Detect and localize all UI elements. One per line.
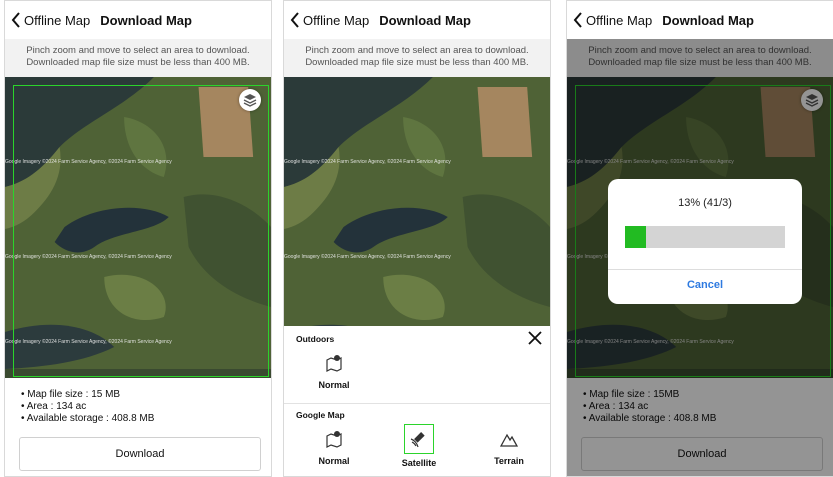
- map-type-screen: Offline Map Download Map Pinch zoom and …: [283, 0, 551, 477]
- map-pin-icon: [323, 352, 345, 374]
- instruction-line: Downloaded map file size must be less th…: [26, 57, 250, 68]
- chevron-left-icon: [290, 12, 299, 28]
- close-icon: [528, 331, 542, 345]
- divider: [284, 403, 550, 404]
- cancel-button[interactable]: Cancel: [608, 279, 802, 291]
- mountain-icon: [498, 428, 520, 450]
- area: Area : 134 ac: [21, 401, 154, 413]
- map-info: Map file size : 15 MB Area : 134 ac Avai…: [21, 389, 155, 425]
- satellite-map[interactable]: Google Imagery ©2024 Farm Service Agency…: [5, 77, 271, 378]
- back-button[interactable]: Offline Map: [11, 12, 90, 28]
- satellite-icon: [404, 424, 434, 454]
- close-button[interactable]: [526, 329, 544, 347]
- nav-bar: Offline Map Download Map: [567, 1, 833, 40]
- downloading-screen: Offline Map Download Map Pinch zoom and …: [566, 0, 833, 477]
- progress-dialog: 13% (41/3) Cancel: [608, 179, 802, 304]
- nav-bar: Offline Map Download Map: [5, 1, 271, 40]
- chevron-left-icon: [11, 12, 20, 28]
- page-title: Download Map: [379, 12, 471, 28]
- page-title: Download Map: [100, 12, 192, 28]
- chevron-left-icon: [573, 12, 582, 28]
- google-normal-option[interactable]: Normal: [304, 428, 364, 466]
- back-label: Offline Map: [24, 12, 91, 28]
- outdoors-heading: Outdoors: [296, 334, 335, 344]
- page-title: Download Map: [662, 12, 754, 28]
- divider: [608, 269, 802, 270]
- instructions: Pinch zoom and move to select an area to…: [5, 39, 271, 77]
- google-map-heading: Google Map: [296, 410, 345, 420]
- option-label: Satellite: [401, 458, 437, 468]
- progress-bar: [625, 226, 785, 248]
- option-label: Terrain: [494, 456, 524, 466]
- progress-text: 13% (41/3): [678, 197, 732, 209]
- back-button[interactable]: Offline Map: [290, 12, 369, 28]
- instructions: Pinch zoom and move to select an area to…: [284, 39, 550, 77]
- file-size: Map file size : 15 MB: [21, 389, 154, 401]
- back-button[interactable]: Offline Map: [573, 12, 652, 28]
- download-map-screen: Offline Map Download Map Pinch zoom and …: [4, 0, 272, 477]
- outdoors-normal-option[interactable]: Normal: [304, 352, 364, 390]
- nav-bar: Offline Map Download Map: [284, 1, 550, 40]
- google-terrain-option[interactable]: Terrain: [479, 428, 539, 466]
- selection-area[interactable]: [13, 85, 269, 377]
- map-attribution: Google Imagery ©2024 Farm Service Agency…: [284, 254, 451, 260]
- progress-bar-fill: [625, 226, 646, 248]
- available-storage: Available storage : 408.8 MB: [21, 413, 155, 425]
- back-label: Offline Map: [586, 12, 653, 28]
- map-attribution: Google Imagery ©2024 Farm Service Agency…: [284, 159, 451, 165]
- instruction-line: Pinch zoom and move to select an area to…: [305, 45, 529, 56]
- map-type-sheet: Outdoors Normal Google Map Normal Satell…: [284, 326, 550, 476]
- back-label: Offline Map: [303, 12, 370, 28]
- instruction-line: Downloaded map file size must be less th…: [305, 57, 529, 68]
- map-pin-icon: [323, 428, 345, 450]
- option-label: Normal: [318, 380, 350, 390]
- layers-icon: [243, 94, 257, 107]
- instruction-line: Pinch zoom and move to select an area to…: [26, 45, 250, 56]
- google-satellite-option[interactable]: Satellite: [389, 424, 449, 468]
- download-button[interactable]: Download: [19, 437, 261, 471]
- layers-button[interactable]: [239, 89, 261, 111]
- option-label: Normal: [318, 456, 350, 466]
